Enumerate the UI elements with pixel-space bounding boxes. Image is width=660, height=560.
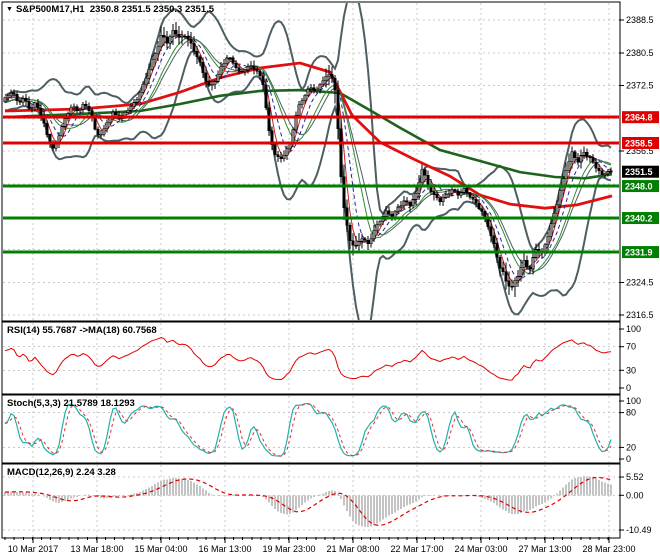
chart-symbol-period: S&P500M17,H1 xyxy=(15,4,85,15)
macd-panel xyxy=(4,476,612,528)
price-axis-label: 2372.5 xyxy=(626,81,654,91)
chart-canvas[interactable]: 2388.52380.52372.52356.52324.52316.52364… xyxy=(0,0,660,560)
mt4-chart-window: 2388.5 2380.5 2372.5 2356.5 2324.5 2316.5 2364… xyxy=(0,0,660,560)
price-axis-label: 2316.5 xyxy=(626,310,654,320)
svg-text:2364.8: 2364.8 xyxy=(625,113,653,123)
fan-ma-red-line xyxy=(4,33,612,285)
stochastic-scale-label: 20 xyxy=(626,442,636,452)
macd-scale-label: -10.49 xyxy=(626,525,652,535)
rsi-line xyxy=(4,336,612,381)
price-line-badge: 2351.5 xyxy=(622,165,659,178)
svg-text:2358.5: 2358.5 xyxy=(625,139,653,149)
price-axis-label: 2324.5 xyxy=(626,277,654,287)
svg-text:2348.0: 2348.0 xyxy=(625,182,653,192)
macd-scale-label: 0.00 xyxy=(626,490,644,500)
time-axis-label: 24 Mar 03:00 xyxy=(454,544,507,554)
svg-text:2340.2: 2340.2 xyxy=(625,214,653,224)
price-line-badge: 2358.5 xyxy=(622,137,659,149)
stochastic-k-line xyxy=(4,402,612,457)
time-axis-label: 10 Mar 2017 xyxy=(8,544,59,554)
rsi-panel: 100 70 30 0 xyxy=(5,324,641,393)
macd-signal-line xyxy=(4,476,612,526)
svg-text:2351.5: 2351.5 xyxy=(625,167,653,177)
stochastic-scale-label: 80 xyxy=(626,408,636,418)
rsi-scale-label: 0 xyxy=(626,383,631,393)
svg-text:2331.9: 2331.9 xyxy=(625,248,653,258)
chart-dropdown-icon[interactable]: ▼ xyxy=(6,6,13,13)
price-axis-label: 2388.5 xyxy=(626,15,654,25)
price-line-badge: 2340.2 xyxy=(622,212,659,225)
time-axis-label: 21 Mar 08:00 xyxy=(326,544,379,554)
time-axis-label: 19 Mar 23:00 xyxy=(262,544,315,554)
price-axis-label: 2380.5 xyxy=(626,48,654,58)
time-axis-label: 27 Mar 13:00 xyxy=(518,544,571,554)
stochastic-scale-label: 100 xyxy=(626,396,641,406)
time-axis-label: 15 Mar 04:00 xyxy=(134,544,187,554)
time-axis-label: 16 Mar 13:00 xyxy=(198,544,251,554)
price-line-badge: 2364.8 xyxy=(622,111,659,124)
time-axis-label: 13 Mar 18:00 xyxy=(70,544,123,554)
price-line-badge: 2348.0 xyxy=(622,180,659,193)
rsi-scale-label: 70 xyxy=(626,342,636,352)
macd-scale-label: 5.52 xyxy=(626,472,644,482)
chart-ohlc-quotes: 2350.8 2351.5 2350.3 2351.5 xyxy=(89,4,215,15)
candlestick-series xyxy=(3,21,613,297)
fan-ma-blue-dashed-line xyxy=(4,35,612,280)
rsi-scale-label: 100 xyxy=(626,324,641,334)
time-axis: 10 Mar 2017 13 Mar 18:00 15 Mar 04:00 16 Ma… xyxy=(4,537,636,554)
macd-histogram xyxy=(4,476,612,528)
price-line-badge: 2331.9 xyxy=(622,246,659,259)
rsi-scale-label: 30 xyxy=(626,365,636,375)
chart-title-bar[interactable]: ▼ S&P500M17,H1 2350.8 2351.5 2350.3 2351.… xyxy=(6,4,214,15)
slow-ma-green-line xyxy=(4,88,613,180)
stochastic-d-line xyxy=(4,403,612,457)
stochastic-scale-label: 0 xyxy=(626,454,631,464)
time-axis-label: 22 Mar 17:00 xyxy=(390,544,443,554)
main-price-panel xyxy=(3,3,613,320)
time-axis-label: 28 Mar 23:00 xyxy=(582,544,635,554)
stochastic-panel: 100 80 20 0 xyxy=(4,396,641,464)
price-axis: 2388.52380.52372.52356.52324.52316.52364… xyxy=(619,15,659,320)
